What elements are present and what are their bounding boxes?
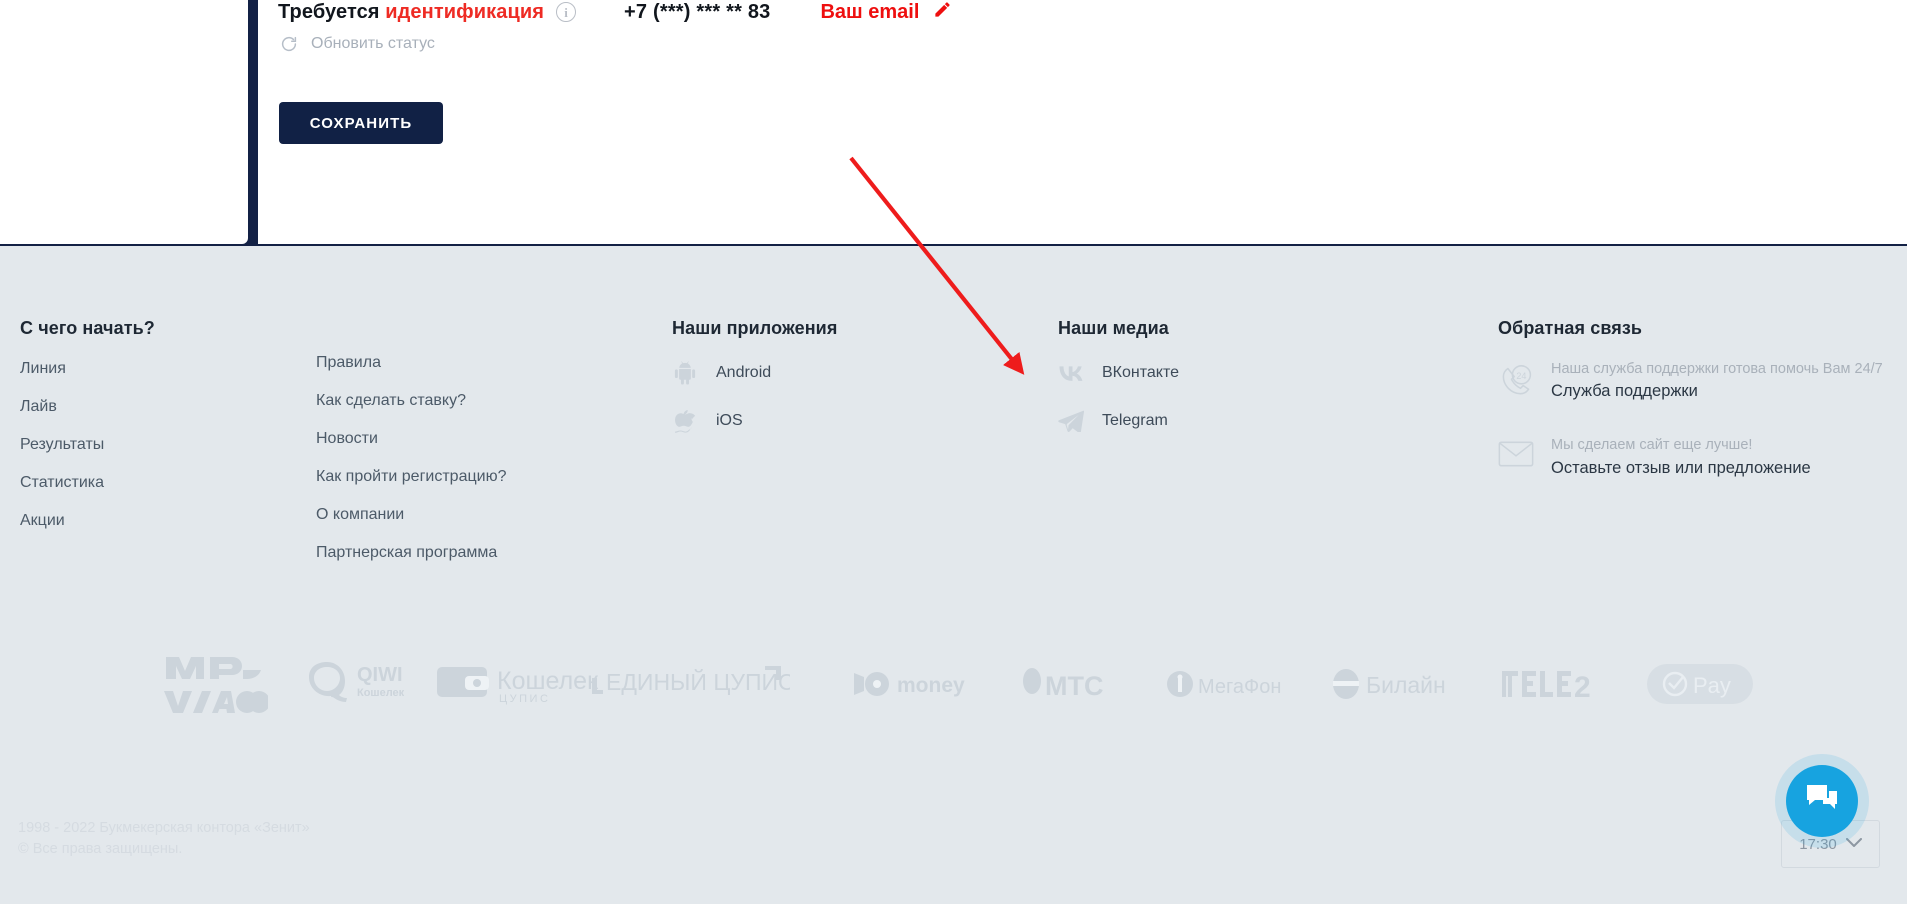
- mir-visa-mastercard-logo: [160, 636, 268, 732]
- media-label-telegram: Telegram: [1102, 412, 1168, 429]
- koshelek-cupis-logo: Кошелек ЦУПИС: [435, 636, 605, 732]
- telegram-icon: [1058, 408, 1084, 434]
- svg-text:ЦУПИС: ЦУПИС: [499, 693, 550, 705]
- tele2-logo: 2: [1500, 636, 1600, 732]
- footer-column-feedback: Обратная связь 24 Наша служба поддержки …: [1498, 318, 1898, 513]
- footer-feedback-title: Обратная связь: [1498, 318, 1643, 338]
- feedback-text-block: Мы сделаем сайт еще лучше! Оставьте отзы…: [1551, 436, 1811, 478]
- chat-widget-button[interactable]: [1786, 765, 1858, 837]
- phone-24-icon: 24: [1498, 364, 1534, 400]
- footer-media-title: Наши медиа: [1058, 318, 1169, 338]
- identification-status: Требуется идентификация: [278, 1, 544, 24]
- media-label-vk: ВКонтакте: [1102, 364, 1179, 381]
- footer-link-about-company[interactable]: О компании: [316, 506, 596, 524]
- email-link[interactable]: Ваш email: [820, 1, 919, 24]
- svg-text:Кошелек: Кошелек: [357, 687, 405, 699]
- svg-text:Pay: Pay: [1693, 673, 1731, 698]
- footer-column-start: С чего начать? Линия Лайв Результаты Ста…: [20, 318, 300, 530]
- phone-number: +7 (***) *** ** 83: [624, 0, 771, 23]
- account-details-card: Требуется идентификация i +7 (***) *** *…: [258, 0, 1907, 244]
- copyright-block: 1998 - 2022 Букмекерская контора «Зенит»…: [18, 818, 310, 859]
- app-link-ios[interactable]: iOS: [672, 408, 972, 434]
- app-label-ios: iOS: [716, 412, 743, 429]
- support-link[interactable]: 24 Наша служба поддержки готова помочь В…: [1498, 360, 1898, 402]
- footer-link-rules[interactable]: Правила: [316, 354, 596, 372]
- page-root: Требуется идентификация i +7 (***) *** *…: [0, 0, 1907, 904]
- footer-link-news[interactable]: Новости: [316, 430, 596, 448]
- copyright-line-2: © Все права защищены.: [18, 840, 183, 857]
- svg-text:Кошелек: Кошелек: [497, 667, 599, 695]
- footer-link-line[interactable]: Линия: [20, 360, 300, 378]
- footer-link-how-to-register[interactable]: Как пройти регистрацию?: [316, 468, 596, 486]
- refresh-icon: [280, 35, 298, 53]
- feedback-subtitle: Мы сделаем сайт еще лучше!: [1551, 437, 1753, 454]
- app-link-android[interactable]: Android: [672, 360, 972, 386]
- mts-logo: МТС: [1020, 636, 1130, 732]
- footer-column-rules: Правила Как сделать ставку? Новости Как …: [316, 354, 596, 562]
- qiwi-logo: QIWI Кошелек: [305, 636, 425, 732]
- edinyy-cupis-logo: ЕДИНЫЙ ЦУПИС: [590, 636, 790, 732]
- svg-text:ЕДИНЫЙ ЦУПИС: ЕДИНЫЙ ЦУПИС: [606, 668, 790, 695]
- info-icon[interactable]: i: [556, 2, 577, 22]
- feedback-link[interactable]: Мы сделаем сайт еще лучше! Оставьте отзы…: [1498, 436, 1898, 478]
- footer-column-media: Наши медиа ВКонтакте Telegram: [1058, 318, 1358, 456]
- yoomoney-logo: money: [850, 636, 970, 732]
- footer-apps-title: Наши приложения: [672, 318, 838, 338]
- identification-word: идентификация: [385, 0, 545, 23]
- account-status-row: Требуется идентификация i +7 (***) *** *…: [278, 0, 952, 24]
- media-link-telegram[interactable]: Telegram: [1058, 408, 1358, 434]
- site-footer: С чего начать? Линия Лайв Результаты Ста…: [0, 246, 1907, 904]
- svg-text:Билайн: Билайн: [1366, 672, 1446, 698]
- pencil-edit-icon[interactable]: [933, 0, 952, 24]
- refresh-status-label: Обновить статус: [311, 35, 435, 52]
- envelope-icon: [1498, 440, 1534, 476]
- footer-link-results[interactable]: Результаты: [20, 436, 300, 454]
- refresh-status-button[interactable]: Обновить статус: [280, 35, 435, 53]
- android-icon: [672, 360, 698, 386]
- footer-link-promotions[interactable]: Акции: [20, 512, 300, 530]
- support-subtitle: Наша служба поддержки готова помочь Вам …: [1551, 361, 1883, 377]
- svg-text:QIWI: QIWI: [357, 664, 403, 686]
- footer-link-live[interactable]: Лайв: [20, 398, 300, 416]
- footer-link-how-to-bet[interactable]: Как сделать ставку?: [316, 392, 596, 410]
- payment-logos-strip: QIWI Кошелек Кошелек ЦУПИС ЕДИНЫЙ ЦУПИС …: [0, 636, 1907, 732]
- media-link-vk[interactable]: ВКонтакте: [1058, 360, 1358, 386]
- footer-column-apps: Наши приложения Android iOS: [672, 318, 972, 456]
- svg-text:2: 2: [1574, 671, 1591, 704]
- save-button[interactable]: СОХРАНИТЬ: [279, 102, 443, 144]
- vk-icon: [1058, 360, 1084, 386]
- beeline-logo: Билайн: [1330, 636, 1460, 732]
- chevron-down-icon[interactable]: [1845, 835, 1862, 853]
- megafon-logo: МегаФон: [1165, 636, 1305, 732]
- svg-text:МегаФон: МегаФон: [1198, 676, 1281, 698]
- identification-prefix: Требуется: [278, 0, 386, 23]
- footer-link-statistics[interactable]: Статистика: [20, 474, 300, 492]
- pay-logo: Pay: [1645, 636, 1755, 732]
- footer-column-title: С чего начать?: [20, 318, 155, 338]
- apple-icon: [672, 408, 698, 434]
- feedback-title: Оставьте отзыв или предложение: [1551, 458, 1811, 477]
- chat-time-label: 17:30: [1799, 835, 1837, 853]
- svg-text:24: 24: [1516, 371, 1526, 381]
- account-panel-background: Требуется идентификация i +7 (***) *** *…: [0, 0, 1907, 246]
- support-title: Служба поддержки: [1551, 382, 1698, 401]
- support-text-block: Наша служба поддержки готова помочь Вам …: [1551, 360, 1883, 402]
- app-label-android: Android: [716, 364, 772, 381]
- svg-text:money: money: [897, 674, 965, 697]
- copyright-line-1: 1998 - 2022 Букмекерская контора «Зенит»: [18, 820, 310, 836]
- sidebar-card: [0, 0, 248, 244]
- svg-text:МТС: МТС: [1045, 671, 1103, 701]
- chat-bubble-icon: [1805, 783, 1839, 819]
- footer-link-partner-program[interactable]: Партнерская программа: [316, 544, 596, 562]
